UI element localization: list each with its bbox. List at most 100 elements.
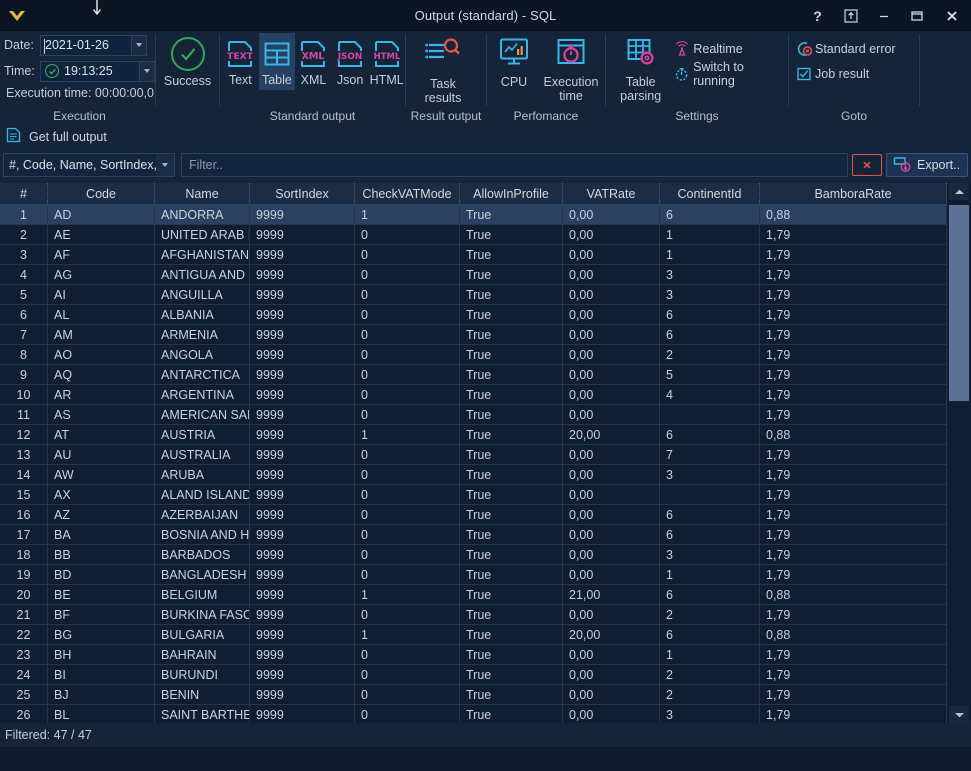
table-cell[interactable]: 0,88 (760, 585, 947, 605)
table-cell[interactable]: True (460, 405, 563, 425)
table-cell[interactable]: 1,79 (760, 685, 947, 705)
cpu-button[interactable]: CPU (490, 31, 538, 89)
table-cell[interactable]: 0,88 (760, 425, 947, 445)
table-cell[interactable]: 0 (355, 605, 460, 625)
table-cell[interactable]: 0 (355, 545, 460, 565)
table-cell[interactable]: BENIN (155, 685, 250, 705)
table-cell[interactable]: 9999 (250, 425, 355, 445)
table-column-header[interactable]: VATRate (563, 183, 660, 205)
table-cell[interactable]: True (460, 545, 563, 565)
table-cell[interactable]: 0,00 (563, 265, 660, 285)
table-cell[interactable]: 1 (660, 645, 760, 665)
get-full-output-bar[interactable]: Get full output (0, 126, 971, 148)
table-cell-rownum[interactable]: 10 (0, 385, 48, 405)
setting-switch-to-running[interactable]: Switch to running (671, 61, 788, 86)
table-cell-rownum[interactable]: 11 (0, 405, 48, 425)
table-cell[interactable]: AZERBAIJAN (155, 505, 250, 525)
table-cell[interactable]: BAHRAIN (155, 645, 250, 665)
table-row[interactable]: 23BHBAHRAIN99990True0,0011,79 (0, 645, 947, 665)
table-cell[interactable]: 9999 (250, 565, 355, 585)
table-cell[interactable]: 6 (660, 305, 760, 325)
table-cell[interactable]: SAINT BARTHELE (155, 705, 250, 723)
table-cell[interactable]: True (460, 485, 563, 505)
table-cell[interactable]: 9999 (250, 625, 355, 645)
goto-standard-error[interactable]: Standard error (793, 36, 896, 61)
table-cell[interactable]: 9999 (250, 685, 355, 705)
table-cell[interactable]: 9999 (250, 485, 355, 505)
table-cell[interactable]: True (460, 285, 563, 305)
table-cell[interactable]: 1,79 (760, 225, 947, 245)
table-cell[interactable]: True (460, 325, 563, 345)
pin-button[interactable] (834, 0, 867, 31)
table-cell-rownum[interactable]: 7 (0, 325, 48, 345)
table-cell[interactable]: 9999 (250, 505, 355, 525)
table-cell[interactable]: True (460, 705, 563, 723)
table-cell[interactable]: True (460, 685, 563, 705)
table-cell[interactable]: 6 (660, 425, 760, 445)
table-cell[interactable]: 1,79 (760, 545, 947, 565)
table-cell[interactable]: 0 (355, 265, 460, 285)
table-cell[interactable]: AUSTRIA (155, 425, 250, 445)
table-parsing-button[interactable]: Table parsing (610, 31, 671, 103)
table-cell[interactable]: True (460, 245, 563, 265)
table-row[interactable]: 16AZAZERBAIJAN99990True0,0061,79 (0, 505, 947, 525)
table-cell[interactable]: 9999 (250, 305, 355, 325)
goto-job-result[interactable]: Job result (793, 61, 869, 86)
output-format-html[interactable]: HTML HTML (368, 33, 405, 90)
table-cell[interactable]: 1,79 (760, 385, 947, 405)
table-cell[interactable]: ALBANIA (155, 305, 250, 325)
table-cell[interactable]: AUSTRALIA (155, 445, 250, 465)
table-cell[interactable]: AMERICAN SAM (155, 405, 250, 425)
table-cell[interactable]: 9999 (250, 645, 355, 665)
table-cell[interactable]: AG (48, 265, 155, 285)
table-cell[interactable]: 0,00 (563, 485, 660, 505)
table-cell[interactable]: True (460, 265, 563, 285)
table-row[interactable]: 20BEBELGIUM99991True21,0060,88 (0, 585, 947, 605)
table-cell[interactable]: 1,79 (760, 445, 947, 465)
table-cell[interactable]: AE (48, 225, 155, 245)
table-cell[interactable]: 1 (355, 585, 460, 605)
table-cell-rownum[interactable]: 16 (0, 505, 48, 525)
table-cell[interactable]: AD (48, 205, 155, 225)
table-cell[interactable]: AO (48, 345, 155, 365)
table-cell[interactable]: 0,00 (563, 525, 660, 545)
table-cell[interactable]: 9999 (250, 365, 355, 385)
table-cell[interactable]: ARUBA (155, 465, 250, 485)
table-cell[interactable]: AT (48, 425, 155, 445)
table-row[interactable]: 15AXALAND ISLANDS99990True0,001,79 (0, 485, 947, 505)
table-cell[interactable]: 0,00 (563, 345, 660, 365)
export-button[interactable]: Export.. (886, 153, 968, 177)
table-cell[interactable]: 1,79 (760, 265, 947, 285)
table-cell[interactable]: 1,79 (760, 485, 947, 505)
table-cell[interactable]: BURKINA FASO (155, 605, 250, 625)
minimize-button[interactable] (867, 0, 900, 31)
table-cell[interactable]: 0 (355, 405, 460, 425)
table-cell[interactable]: 3 (660, 465, 760, 485)
table-cell[interactable]: 3 (660, 705, 760, 723)
table-cell[interactable]: BL (48, 705, 155, 723)
table-row[interactable]: 24BIBURUNDI99990True0,0021,79 (0, 665, 947, 685)
table-cell[interactable]: 1,79 (760, 305, 947, 325)
table-cell[interactable]: 0 (355, 245, 460, 265)
table-row[interactable]: 17BABOSNIA AND HE99990True0,0061,79 (0, 525, 947, 545)
table-cell-rownum[interactable]: 18 (0, 545, 48, 565)
table-cell-rownum[interactable]: 19 (0, 565, 48, 585)
table-row[interactable]: 8AOANGOLA99990True0,0021,79 (0, 345, 947, 365)
table-row[interactable]: 19BDBANGLADESH99990True0,0011,79 (0, 565, 947, 585)
table-cell[interactable]: 0,00 (563, 305, 660, 325)
table-row[interactable]: 26BLSAINT BARTHELE99990True0,0031,79 (0, 705, 947, 723)
table-cell[interactable]: 1 (660, 245, 760, 265)
table-cell[interactable]: True (460, 525, 563, 545)
table-cell[interactable]: 9999 (250, 465, 355, 485)
table-cell[interactable]: AX (48, 485, 155, 505)
table-cell[interactable]: 9999 (250, 225, 355, 245)
table-cell[interactable]: 0 (355, 385, 460, 405)
table-cell[interactable]: AFGHANISTAN (155, 245, 250, 265)
table-cell[interactable]: BJ (48, 685, 155, 705)
table-cell[interactable]: 0 (355, 305, 460, 325)
table-cell[interactable]: 3 (660, 265, 760, 285)
table-cell[interactable]: BELGIUM (155, 585, 250, 605)
table-cell[interactable]: BULGARIA (155, 625, 250, 645)
table-cell[interactable]: True (460, 645, 563, 665)
table-cell[interactable]: AI (48, 285, 155, 305)
